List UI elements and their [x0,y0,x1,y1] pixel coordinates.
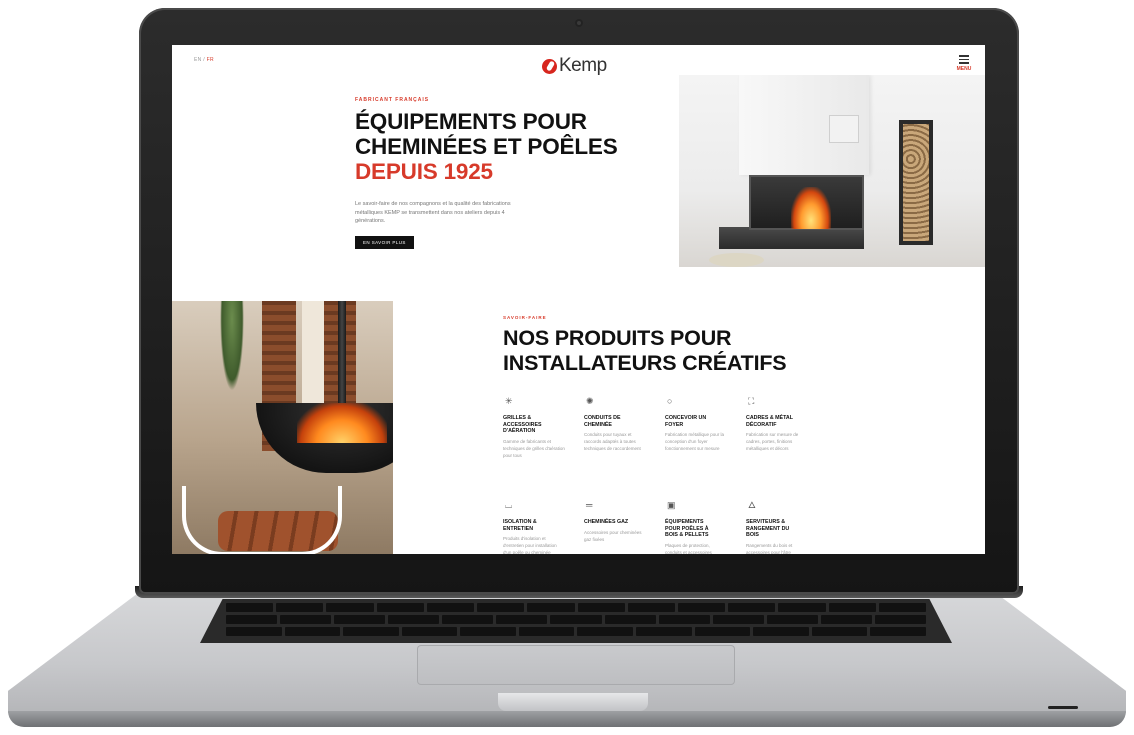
firebox [749,175,864,230]
product-title[interactable]: CONCEVOIR UN FOYER [665,415,715,428]
hero-title-line2: CHEMINÉES ET POÊLES [355,134,618,159]
product-card[interactable]: ✳ GRILLES & ACCESSOIRES D'AÉRATION Gamme d… [503,395,582,491]
product-card[interactable]: ═ CHEMINÉES GAZ Accessoires pour cheminées… [584,499,663,554]
lid-notch [498,693,648,711]
grille-icon: ✳ [505,396,513,406]
log-storage [899,120,933,245]
menu-label: MENU [956,65,972,72]
product-title[interactable]: GRILLES & ACCESSOIRES D'AÉRATION [503,415,553,435]
product-description: Rangements du bois et accessoires pour l… [746,542,793,555]
laptop-lid: EN / FR Kemp MENU FABRICANT FRANÇAIS ÉQU… [139,8,1019,594]
product-title[interactable]: CONDUITS DE CHEMINÉE [584,415,634,428]
lang-en[interactable]: EN [194,57,202,63]
product-card[interactable]: ⛶ CADRES & MÉTAL DÉCORATIF Fabrication sur… [746,395,825,491]
camera-icon [575,19,583,27]
isolation-icon: ⌴ [505,500,513,510]
product-title[interactable]: CADRES & MÉTAL DÉCORATIF [746,415,796,428]
hanging-plant [220,301,244,391]
cadre-icon: ⛶ [748,396,755,406]
products-title: NOS PRODUITS POUR INSTALLATEURS CRÉATIFS [503,326,823,376]
fireplace-plinth [719,227,864,249]
product-description: Conduits pour tuyaux et raccords adaptés… [584,432,641,451]
trackpad [417,645,735,685]
language-switcher[interactable]: EN / FR [194,57,214,63]
product-card[interactable]: ○ CONCEVOIR UN FOYER Fabrication métalliqu… [665,395,744,491]
product-description: Gamme de fabricants et techniques de gri… [503,438,565,458]
product-title[interactable]: ÉQUIPEMENTS POUR POÊLES À BOIS & PELLETS [665,519,715,539]
laptop-mockup: EN / FR Kemp MENU FABRICANT FRANÇAIS ÉQU… [0,0,1134,735]
menu-button[interactable]: MENU [953,53,975,72]
foyer-icon: ○ [667,396,673,406]
hero-fireplace-image [679,75,985,267]
gaz-icon: ═ [586,500,593,510]
learn-more-button[interactable]: EN SAVOIR PLUS [355,235,414,249]
product-description: Accessoires pour cheminées gaz fixées [584,529,642,542]
logo-text: Kemp [559,55,607,76]
products-title-line1: NOS PRODUITS POUR [503,326,732,350]
products-eyebrow: SAVOIR-FAIRE [503,315,547,320]
products-section: SAVOIR-FAIRE NOS PRODUITS POUR INSTALLAT… [503,315,823,376]
hero-eyebrow: FABRICANT FRANÇAIS [355,97,430,103]
log-holder [182,486,342,554]
hero-title-line1: ÉQUIPEMENTS POUR [355,109,587,134]
website-screen: EN / FR Kemp MENU FABRICANT FRANÇAIS ÉQU… [172,45,985,554]
laptop-front-edge [8,711,1126,727]
product-card[interactable]: ⌴ ISOLATION & ENTRETIEN Produits d'isolati… [503,499,582,554]
conduit-icon: ✺ [586,396,594,406]
lang-fr[interactable]: FR [207,57,214,63]
bowl-flame [297,403,387,443]
product-description: Plaques de protection, conduits et acces… [665,542,712,555]
product-title[interactable]: ISOLATION & ENTRETIEN [503,519,553,532]
product-title[interactable]: CHEMINÉES GAZ [584,519,634,526]
fire-flame [791,187,831,229]
lang-separator: / [203,57,205,63]
hero-title: ÉQUIPEMENTS POUR CHEMINÉES ET POÊLES DEP… [355,109,685,184]
product-card[interactable]: ✺ CONDUITS DE CHEMINÉE Conduits pour tuyau… [584,395,663,491]
product-card[interactable]: 🜂 SERVITEURS & RANGEMENT DU BOIS Rangement… [746,499,825,554]
power-indicator [1048,706,1078,709]
hero-title-accent: DEPUIS 1925 [355,159,493,184]
suspended-fireplace-image [172,301,393,554]
products-title-line2: INSTALLATEURS CRÉATIFS [503,351,787,375]
site-logo[interactable]: Kemp [542,55,607,77]
kemp-logo-icon [542,58,557,74]
fireplace-flue [338,301,346,406]
hero-body: Le savoir-faire de nos compagnons et la … [355,201,511,224]
product-description: Produits d'isolation et d'entretien pour… [503,536,557,554]
product-title[interactable]: SERVITEURS & RANGEMENT DU BOIS [746,519,796,539]
hamburger-icon [953,55,975,64]
product-description: Fabrication métallique pour la conceptio… [665,432,725,451]
hero-section: FABRICANT FRANÇAIS ÉQUIPEMENTS POUR CHEM… [355,97,685,249]
rug [709,253,764,267]
poele-icon: ▣ [667,500,676,510]
product-description: Fabrication sur mesure de cadres, portes… [746,432,799,451]
product-card[interactable]: ▣ ÉQUIPEMENTS POUR POÊLES À BOIS & PELLET… [665,499,744,554]
vent-grille [829,115,859,143]
product-grid: ✳ GRILLES & ACCESSOIRES D'AÉRATION Gamme d… [503,395,828,554]
keyboard [200,599,952,643]
flame-icon: 🜂 [748,500,756,510]
